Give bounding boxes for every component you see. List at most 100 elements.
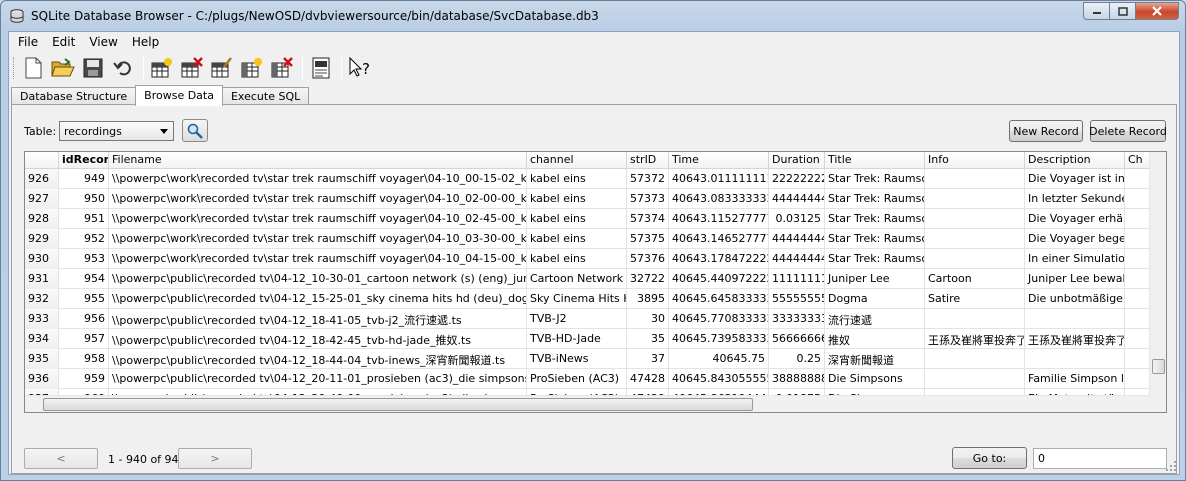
cell-channel[interactable]: Cartoon Network (S) <box>527 269 627 289</box>
cell-idrecord[interactable]: 959 <box>59 369 109 389</box>
cell-idrecord[interactable]: 956 <box>59 309 109 329</box>
cell-strid[interactable]: 57375 <box>627 229 669 249</box>
cell-channel[interactable]: ProSieben (AC3) <box>527 369 627 389</box>
open-database-button[interactable] <box>51 56 75 80</box>
cell-title[interactable]: Star Trek: Raumschi <box>825 169 925 189</box>
column-header-idrecord[interactable]: idRecord <box>59 152 109 169</box>
cell-ch[interactable] <box>1125 309 1151 329</box>
menu-view[interactable]: View <box>82 32 124 52</box>
cell-time[interactable]: 40643.1784722222 <box>669 249 769 269</box>
cell-info[interactable] <box>925 189 1025 209</box>
table-row[interactable]: 926 949 \\powerpc\work\recorded tv\star tr… <box>25 169 1151 189</box>
cell-title[interactable]: 推奴 <box>825 329 925 349</box>
minimize-button[interactable] <box>1083 2 1110 20</box>
column-header-rownum[interactable] <box>25 152 59 169</box>
cell-duration[interactable]: 444444444 <box>769 249 825 269</box>
cell-channel[interactable]: kabel eins <box>527 189 627 209</box>
cell-description[interactable]: 王孫及崔將軍投奔了 <box>1025 329 1125 349</box>
cell-ch[interactable] <box>1125 189 1151 209</box>
cell-filename[interactable]: \\powerpc\work\recorded tv\star trek rau… <box>109 209 527 229</box>
cell-ch[interactable] <box>1125 369 1151 389</box>
cell-strid[interactable]: 3895 <box>627 289 669 309</box>
cell-channel[interactable]: kabel eins <box>527 169 627 189</box>
maximize-button[interactable] <box>1109 2 1136 20</box>
vertical-scrollbar[interactable] <box>1149 152 1166 396</box>
menu-help[interactable]: Help <box>125 32 166 52</box>
cell-duration[interactable]: 388888889 <box>769 369 825 389</box>
cell-time[interactable]: 40643.0111111111 <box>669 169 769 189</box>
cell-description[interactable]: Die unbotmäßigen Er <box>1025 289 1125 309</box>
create-index-button[interactable] <box>240 56 264 80</box>
cell-duration[interactable]: 444444444 <box>769 189 825 209</box>
cell-time[interactable]: 40645.8430555556 <box>669 369 769 389</box>
cell-filename[interactable]: \\powerpc\public\recorded tv\04-12_18-44… <box>109 349 527 369</box>
cell-row-number[interactable]: 930 <box>25 249 59 269</box>
cell-filename[interactable]: \\powerpc\public\recorded tv\04-12_18-42… <box>109 329 527 349</box>
cell-idrecord[interactable]: 949 <box>59 169 109 189</box>
resize-grip-icon[interactable] <box>1165 460 1177 472</box>
cell-strid[interactable]: 57372 <box>627 169 669 189</box>
cell-description[interactable] <box>1025 309 1125 329</box>
cell-row-number[interactable]: 933 <box>25 309 59 329</box>
menu-file[interactable]: File <box>11 32 45 52</box>
menu-edit[interactable]: Edit <box>45 32 82 52</box>
search-button[interactable] <box>182 119 208 142</box>
cell-idrecord[interactable]: 952 <box>59 229 109 249</box>
table-row[interactable]: 929 952 \\powerpc\work\recorded tv\star tr… <box>25 229 1151 249</box>
cell-description[interactable]: Familie Simpson lässt <box>1025 369 1125 389</box>
cell-duration[interactable]: 0.03125 <box>769 209 825 229</box>
cell-strid[interactable]: 57374 <box>627 209 669 229</box>
cell-channel[interactable]: TVB-iNews <box>527 349 627 369</box>
cell-row-number[interactable]: 929 <box>25 229 59 249</box>
create-table-button[interactable] <box>150 56 174 80</box>
cell-channel[interactable]: TVB-HD-Jade <box>527 329 627 349</box>
cell-idrecord[interactable]: 958 <box>59 349 109 369</box>
cell-ch[interactable] <box>1125 289 1151 309</box>
cell-title[interactable]: Die Simpsons <box>825 369 925 389</box>
table-row[interactable]: 931 954 \\powerpc\public\recorded tv\04-12… <box>25 269 1151 289</box>
cell-time[interactable]: 40645.7708333333 <box>669 309 769 329</box>
cell-info[interactable] <box>925 369 1025 389</box>
cell-channel[interactable]: kabel eins <box>527 249 627 269</box>
delete-table-button[interactable] <box>180 56 204 80</box>
cell-duration[interactable]: 111111111 <box>769 269 825 289</box>
cell-info[interactable] <box>925 249 1025 269</box>
cell-description[interactable]: Die Voyager begegn <box>1025 229 1125 249</box>
cell-title[interactable]: 深宵新聞報道 <box>825 349 925 369</box>
cell-duration[interactable]: 0.25 <box>769 349 825 369</box>
cell-idrecord[interactable]: 955 <box>59 289 109 309</box>
table-select[interactable]: recordings <box>59 121 174 141</box>
cell-description[interactable]: Die Voyager erhält H <box>1025 209 1125 229</box>
cell-idrecord[interactable]: 953 <box>59 249 109 269</box>
cell-ch[interactable] <box>1125 249 1151 269</box>
table-row[interactable]: 928 951 \\powerpc\work\recorded tv\star tr… <box>25 209 1151 229</box>
cell-info[interactable] <box>925 209 1025 229</box>
cell-ch[interactable] <box>1125 269 1151 289</box>
cell-channel[interactable]: TVB-J2 <box>527 309 627 329</box>
whats-this-button[interactable]: ? <box>348 56 372 80</box>
cell-time[interactable]: 40645.75 <box>669 349 769 369</box>
save-button[interactable] <box>81 56 105 80</box>
table-row[interactable]: 932 955 \\powerpc\public\recorded tv\04-12… <box>25 289 1151 309</box>
cell-channel[interactable]: kabel eins <box>527 209 627 229</box>
cell-description[interactable]: Die Voyager ist in de <box>1025 169 1125 189</box>
column-header-title[interactable]: Title <box>825 152 925 169</box>
cell-duration[interactable]: 222222222 <box>769 169 825 189</box>
new-database-button[interactable] <box>21 56 45 80</box>
column-header-time[interactable]: Time <box>669 152 769 169</box>
revert-button[interactable] <box>111 56 135 80</box>
table-row[interactable]: 927 950 \\powerpc\work\recorded tv\star tr… <box>25 189 1151 209</box>
cell-row-number[interactable]: 926 <box>25 169 59 189</box>
cell-filename[interactable]: \\powerpc\work\recorded tv\star trek rau… <box>109 249 527 269</box>
cell-duration[interactable]: 444444444 <box>769 229 825 249</box>
column-header-ch[interactable]: Ch <box>1125 152 1151 169</box>
cell-time[interactable]: 40645.7395833333 <box>669 329 769 349</box>
table-row[interactable]: 934 957 \\powerpc\public\recorded tv\04-12… <box>25 329 1151 349</box>
cell-description[interactable]: Juniper Lee bewahrt <box>1025 269 1125 289</box>
log-button[interactable] <box>309 56 333 80</box>
cell-time[interactable]: 40643.0833333333 <box>669 189 769 209</box>
cell-strid[interactable]: 35 <box>627 329 669 349</box>
cell-row-number[interactable]: 928 <box>25 209 59 229</box>
cell-channel[interactable]: kabel eins <box>527 229 627 249</box>
new-record-button[interactable]: New Record <box>1009 120 1083 142</box>
